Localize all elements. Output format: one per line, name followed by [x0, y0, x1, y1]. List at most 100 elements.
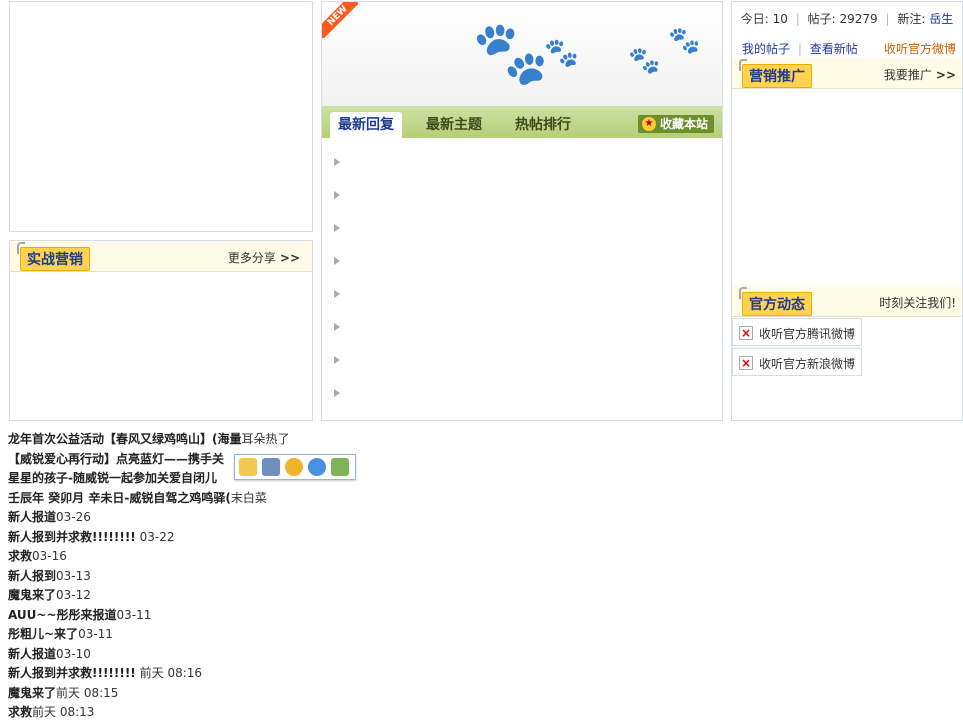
post-date: 03-10	[56, 646, 91, 661]
section-title: 实战营销	[17, 242, 90, 271]
posts-label: 帖子:	[807, 12, 836, 26]
tab-latest-topics[interactable]: 最新主题	[418, 112, 490, 138]
official-title: 官方动态	[739, 287, 812, 316]
post-title[interactable]: 新人报到并求救!!!!!!!!	[8, 666, 136, 680]
tencent-weibo-label: 收听官方腾讯微博	[759, 327, 856, 341]
list-item[interactable]: 壬辰年 癸卯月 辛未日-威锐自驾之鸡鸣驿(末白菜	[8, 489, 568, 509]
tencent-weibo-button[interactable]: × 收听官方腾讯微博	[732, 318, 862, 346]
post-title[interactable]: 求救	[8, 705, 32, 719]
newest-user-link[interactable]: 岳生	[929, 12, 953, 26]
post-title[interactable]: 壬辰年 癸卯月 辛未日-威锐自驾之鸡鸣驿(	[8, 491, 231, 505]
posts-value: 29279	[839, 12, 878, 26]
list-item[interactable]: 新人报到并求救!!!!!!!! 前天 08:16	[8, 664, 568, 684]
list-item[interactable]: 新人报道03-10	[8, 645, 568, 665]
tab-hot-posts[interactable]: 热帖排行	[507, 112, 579, 138]
paw-icon: 🐾	[544, 36, 579, 69]
follow-us-link[interactable]: 时刻关注我们!	[879, 294, 956, 311]
list-item[interactable]: 彤粗儿~来了03-11	[8, 625, 568, 645]
favorite-site-button[interactable]: ★ 收藏本站	[637, 115, 714, 133]
arrow-right-icon	[334, 389, 340, 397]
right-panel: 今日: 10 | 帖子: 29279 | 新注: 岳生 我的帖子 | 查看新帖 …	[731, 1, 963, 421]
more-share-link[interactable]: 更多分享 >>	[228, 249, 300, 266]
smile-icon[interactable]	[285, 458, 303, 476]
post-title[interactable]: 新人报到	[8, 569, 56, 583]
arrow-right-icon	[334, 191, 340, 199]
list-item[interactable]: 新人报到并求救!!!!!!!! 03-22	[8, 528, 568, 548]
post-title[interactable]: 新人报道	[8, 510, 56, 524]
post-title[interactable]: 龙年首次公益活动【春风又绿鸡鸣山】(	[8, 432, 218, 446]
marketing-title: 营销推广	[739, 59, 812, 88]
post-title[interactable]: 彤粗儿~来了	[8, 627, 78, 641]
list-item[interactable]: AUU~~彤彤来报道03-11	[8, 606, 568, 626]
list-item[interactable]: 求救前天 08:13	[8, 703, 568, 723]
list-item[interactable]: 求救03-16	[8, 547, 568, 567]
paw-icon: 🐾	[668, 26, 701, 56]
sina-weibo-button[interactable]: × 收听官方新浪微博	[732, 348, 862, 376]
post-date: 03-11	[78, 627, 113, 641]
post-date: 前天 08:15	[56, 685, 119, 700]
sina-weibo-label: 收听官方新浪微博	[759, 357, 856, 371]
post-title[interactable]: 魔鬼来了	[8, 588, 56, 602]
marketing-header: 营销推广 我要推广 >>	[732, 58, 962, 89]
my-posts-link[interactable]: 我的帖子	[742, 42, 790, 56]
list-item[interactable]: 龙年首次公益活动【春风又绿鸡鸣山】(海量耳朵热了	[8, 430, 568, 450]
paw-icon: 🐾	[628, 46, 661, 76]
post-title[interactable]: 魔鬼来了	[8, 686, 56, 700]
forum-stats: 今日: 10 | 帖子: 29279 | 新注: 岳生	[740, 12, 954, 26]
post-title[interactable]: 新人报道	[8, 647, 56, 661]
paw-icon: 🐾	[472, 16, 550, 89]
list-item[interactable]: 魔鬼来了03-12	[8, 586, 568, 606]
promote-link[interactable]: 我要推广 >>	[884, 66, 956, 83]
more-arrow: >>	[279, 251, 300, 265]
post-title[interactable]: AUU~~彤彤来报道	[8, 608, 117, 622]
post-date: 03-22	[139, 529, 175, 544]
left-marketing-header: 实战营销 更多分享 >>	[10, 241, 312, 272]
post-title[interactable]: 星星的孩子-随威锐一起参加关爱自闭儿	[8, 471, 217, 485]
favorite-label: 收藏本站	[659, 117, 708, 131]
post-date: 耳朵热了	[241, 432, 290, 446]
today-value: 10	[772, 12, 788, 26]
left-top-panel	[9, 1, 313, 232]
center-panel: NEW 🐾 🐾 🐾 🐾 最新回复 最新主题 热帖排行 ★ 收藏本站	[321, 1, 723, 421]
post-title[interactable]: 新人报到并求救!!!!!!!!	[8, 530, 136, 544]
arrow-right-icon	[334, 290, 340, 298]
search-icon[interactable]	[308, 458, 326, 476]
note-icon[interactable]	[331, 458, 349, 476]
more-label: 更多分享	[227, 251, 276, 265]
view-new-link[interactable]: 查看新帖	[810, 42, 858, 56]
follow-weibo-link[interactable]: 收听官方微博	[884, 40, 956, 57]
new-ribbon: NEW	[322, 2, 358, 38]
gold-medal-icon: ★	[641, 117, 656, 131]
post-extra: 海量	[217, 432, 242, 446]
newest-label: 新注:	[897, 12, 926, 26]
cloud-icon[interactable]	[239, 458, 257, 476]
post-title[interactable]: 求救	[8, 549, 32, 563]
promote-label: 我要推广	[883, 68, 932, 82]
official-header: 官方动态 时刻关注我们!	[732, 286, 962, 317]
list-item[interactable]: 新人报道03-26	[8, 508, 568, 528]
tab-latest-replies[interactable]: 最新回复	[330, 112, 402, 138]
post-date: 前天 08:16	[139, 666, 203, 680]
post-date: 03-11	[116, 607, 152, 622]
arrow-right-icon	[334, 257, 340, 265]
tab-bar: 最新回复 最新主题 热帖排行 ★ 收藏本站	[322, 106, 722, 138]
arrow-right-icon	[334, 356, 340, 364]
post-date: 03-16	[32, 549, 67, 563]
list-item[interactable]: 新人报到03-13	[8, 567, 568, 587]
quick-links: 我的帖子 | 查看新帖 收听官方微博	[742, 40, 956, 57]
broken-image-icon: ×	[739, 326, 753, 340]
save-icon[interactable]	[262, 458, 280, 476]
post-date: 03-26	[56, 510, 91, 524]
floating-toolbar	[234, 454, 356, 480]
post-date: 前天 08:13	[32, 705, 95, 719]
post-date: 末白菜	[230, 490, 267, 505]
list-item[interactable]: 魔鬼来了前天 08:15	[8, 684, 568, 704]
new-badge: NEW	[322, 2, 358, 38]
post-date: 03-12	[56, 588, 91, 602]
left-marketing-panel: 实战营销 更多分享 >>	[9, 240, 313, 421]
broken-image-icon: ×	[739, 356, 753, 370]
arrow-right-icon	[334, 158, 340, 166]
promote-arrow: >>	[935, 68, 956, 82]
banner: NEW 🐾 🐾 🐾 🐾	[322, 2, 722, 106]
post-title[interactable]: 【威锐爱心再行动】点亮蓝灯——携手关	[8, 452, 224, 466]
